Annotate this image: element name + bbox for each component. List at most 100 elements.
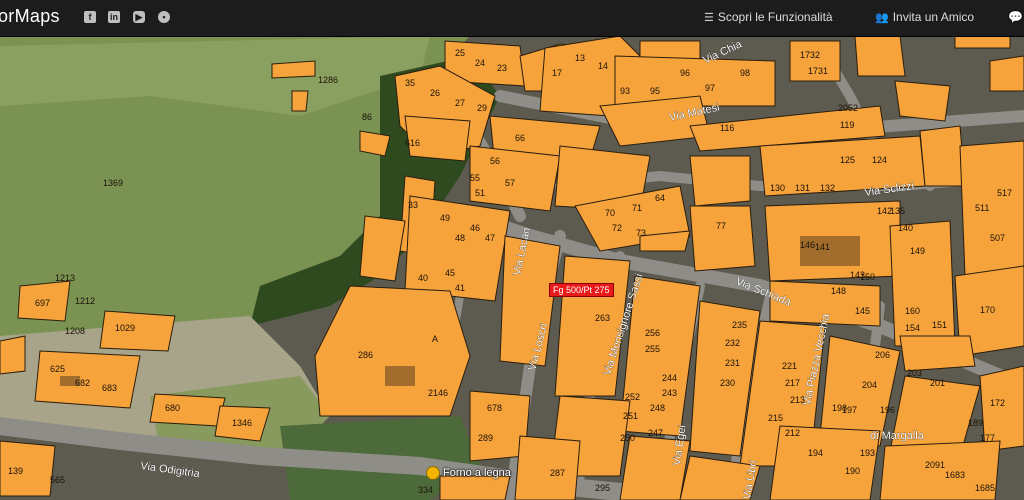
parcel-number: 252 xyxy=(625,392,640,402)
parcel[interactable] xyxy=(689,205,756,272)
parcel-number: 507 xyxy=(990,233,1005,243)
parcel-number: 215 xyxy=(768,413,783,423)
parcel[interactable] xyxy=(954,36,1011,49)
parcel-number: 33 xyxy=(408,200,418,210)
parcel-number: 2052 xyxy=(838,103,858,113)
parcel-number: 511 xyxy=(975,203,989,213)
comment-icon[interactable]: 💬 xyxy=(1008,10,1023,24)
parcel-number: 1208 xyxy=(65,326,85,336)
parcel-number: 231 xyxy=(725,358,740,368)
facebook-icon[interactable]: f xyxy=(84,11,96,23)
parcel-number: 64 xyxy=(655,193,665,203)
parcel-number: 244 xyxy=(662,373,677,383)
parcel-number: 1683 xyxy=(945,470,965,480)
parcel-number: 24 xyxy=(475,58,485,68)
parcel-number: 96 xyxy=(680,68,690,78)
parcel-number: 49 xyxy=(440,213,450,223)
parcel-number: 139 xyxy=(8,466,23,476)
brand-logo[interactable]: orMaps xyxy=(0,6,60,27)
parcel-number: 148 xyxy=(831,286,846,296)
parcel-number: 1731 xyxy=(808,66,828,76)
parcel-number: 1286 xyxy=(318,75,338,85)
parcel-number: 683 xyxy=(102,383,117,393)
nav-invite-link[interactable]: 👥 Invita un Amico xyxy=(875,10,974,24)
parcel-number: 295 xyxy=(595,483,610,493)
parcel[interactable] xyxy=(919,125,966,187)
poi-marker[interactable]: Forno a legna xyxy=(426,464,511,482)
parcel-number: 177 xyxy=(980,433,995,443)
parcel-number: 189 xyxy=(968,418,983,428)
parcel[interactable] xyxy=(689,155,751,207)
parcel-number: 160 xyxy=(905,306,920,316)
parcel-number: 250 xyxy=(620,433,635,443)
parcel-number: 23 xyxy=(497,63,507,73)
parcel-number: 45 xyxy=(445,268,455,278)
parcel-number: 286 xyxy=(358,350,373,360)
parcel[interactable] xyxy=(894,80,951,122)
parcel[interactable] xyxy=(959,140,1024,277)
parcel-number: 26 xyxy=(430,88,440,98)
parcel-number: 70 xyxy=(605,208,615,218)
linkedin-icon[interactable]: in xyxy=(108,11,120,23)
parcel[interactable] xyxy=(989,55,1024,92)
parcel-number: 51 xyxy=(475,188,485,198)
parcel-number: 98 xyxy=(740,68,750,78)
parcel-number: 47 xyxy=(485,233,495,243)
parcel-number: 217 xyxy=(785,378,800,388)
parcel-number: 116 xyxy=(720,123,734,133)
parcel-number: 206 xyxy=(875,350,890,360)
parcel-number: A xyxy=(432,334,438,344)
parcel-number: 235 xyxy=(732,320,747,330)
parcel-number: 193 xyxy=(860,448,875,458)
parcel-number: 221 xyxy=(782,361,797,371)
cadastral-map[interactable]: 25 24 23 13 14 17 96 98 1732 1731 35 26 … xyxy=(0,36,1024,500)
parcel[interactable] xyxy=(0,335,26,375)
parcel[interactable] xyxy=(854,36,906,77)
pin-icon xyxy=(426,465,440,480)
parcel[interactable] xyxy=(514,435,581,500)
parcel-number: 48 xyxy=(455,233,465,243)
parcel-number: 56 xyxy=(490,156,500,166)
parcel-number: 119 xyxy=(840,120,854,130)
parcel-number: 46 xyxy=(470,223,480,233)
parcel[interactable] xyxy=(99,310,176,352)
nav-features-label: Scopri le Funzionalità xyxy=(717,10,833,24)
parcel-number: 35 xyxy=(405,78,415,88)
parcel-number: 2091 xyxy=(925,460,945,470)
parcel[interactable] xyxy=(359,130,391,157)
parcel-number: 230 xyxy=(720,378,735,388)
parcel-number: 680 xyxy=(165,403,180,413)
parcel-number: 93 xyxy=(620,86,630,96)
parcel[interactable] xyxy=(899,335,976,372)
parcel-number: 1732 xyxy=(800,50,820,60)
parcel-number: 263 xyxy=(595,313,610,323)
parcel-number: 142 xyxy=(877,206,892,216)
parcel-number: 135 xyxy=(890,206,905,216)
chat-icon[interactable]: • xyxy=(158,11,170,23)
poi-name: Forno a legna xyxy=(443,466,511,479)
parcel-number: 86 xyxy=(362,112,372,122)
parcel-number: 57 xyxy=(505,178,515,188)
parcel[interactable] xyxy=(149,393,226,427)
parcel-number: 201 xyxy=(930,378,945,388)
parcel-number: 13 xyxy=(575,53,585,63)
parcel-number: 251 xyxy=(623,411,638,421)
parcel[interactable] xyxy=(271,60,316,79)
parcel-number: 697 xyxy=(35,298,50,308)
parcel-number: 29 xyxy=(477,103,487,113)
parcel-number: 149 xyxy=(910,246,925,256)
selected-parcel-marker[interactable]: Fg 500/Pt 275 xyxy=(549,283,614,297)
parcel-number: 247 xyxy=(648,428,663,438)
parcel-number: 154 xyxy=(905,323,920,333)
parcel-number: 2146 xyxy=(428,388,448,398)
parcel[interactable] xyxy=(291,90,309,112)
parcel-number: 125 xyxy=(840,155,855,165)
parcel-number: 77 xyxy=(716,221,726,231)
parcel-number: 71 xyxy=(632,203,642,213)
top-navbar: orMaps f in ▶ • ☰ Scopri le Funzionalità … xyxy=(0,0,1024,37)
nav-features-link[interactable]: ☰ Scopri le Funzionalità xyxy=(704,10,833,24)
parcel-number: 41 xyxy=(455,283,465,293)
youtube-icon[interactable]: ▶ xyxy=(133,11,145,23)
parcel-number: 625 xyxy=(50,364,65,374)
parcel-number: 232 xyxy=(725,338,740,348)
